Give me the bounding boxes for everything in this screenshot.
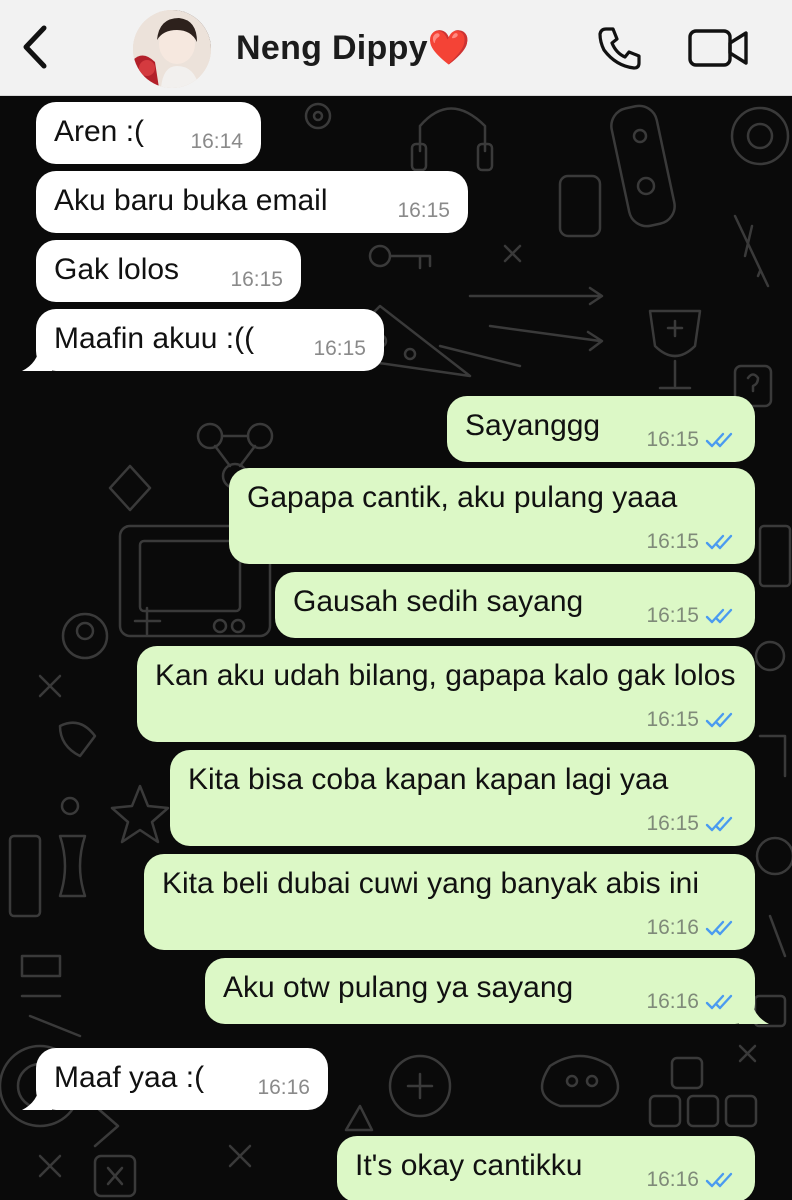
message-timestamp: 16:15 bbox=[646, 604, 699, 627]
message-meta: 16:16 bbox=[646, 916, 737, 940]
incoming-message-bubble[interactable]: Gak lolos 16:15 bbox=[36, 240, 301, 302]
incoming-message-bubble[interactable]: Aku baru buka email 16:15 bbox=[36, 171, 468, 233]
message-timestamp: 16:15 bbox=[230, 268, 283, 291]
incoming-message-bubble[interactable]: Aren :(16:14 bbox=[36, 102, 261, 164]
contact-avatar[interactable] bbox=[133, 10, 211, 88]
double-check-read-icon bbox=[705, 1172, 733, 1188]
message-timestamp: 16:14 bbox=[190, 130, 243, 153]
outgoing-message-bubble[interactable]: It's okay cantikku 16:16 bbox=[337, 1136, 755, 1200]
outgoing-message-bubble[interactable]: Kita beli dubai cuwi yang banyak abis in… bbox=[144, 854, 755, 950]
message-timestamp: 16:16 bbox=[646, 1168, 699, 1191]
chat-header: Neng Dippy❤️ bbox=[0, 0, 792, 96]
outgoing-message-bubble[interactable]: Aku otw pulang ya sayang 16:16 bbox=[205, 958, 755, 1024]
double-check-read-icon bbox=[705, 994, 733, 1010]
message-text: Kan aku udah bilang, gapapa kalo gak lol… bbox=[155, 659, 736, 692]
double-check-read-icon bbox=[705, 534, 733, 550]
message-timestamp: 16:15 bbox=[646, 708, 699, 731]
outgoing-message-bubble[interactable]: Gausah sedih sayang 16:15 bbox=[275, 572, 755, 638]
double-check-read-icon bbox=[705, 432, 733, 448]
message-timestamp: 16:15 bbox=[646, 812, 699, 835]
back-button[interactable] bbox=[14, 22, 58, 72]
double-check-read-icon bbox=[705, 816, 733, 832]
message-timestamp: 16:16 bbox=[646, 916, 699, 939]
message-meta: 16:16 bbox=[646, 990, 737, 1014]
message-timestamp: 16:15 bbox=[646, 428, 699, 451]
incoming-message-bubble[interactable]: Maafin akuu :((16:15 bbox=[36, 309, 384, 371]
outgoing-message-bubble[interactable]: Gapapa cantik, aku pulang yaaa 16:15 bbox=[229, 468, 755, 564]
message-timestamp: 16:15 bbox=[397, 199, 450, 222]
message-meta: 16:16 bbox=[646, 1168, 737, 1192]
double-check-read-icon bbox=[705, 920, 733, 936]
message-text: Kita bisa coba kapan kapan lagi yaa bbox=[188, 763, 669, 796]
message-timestamp: 16:16 bbox=[646, 990, 699, 1013]
message-meta: 16:15 bbox=[646, 530, 737, 554]
outgoing-message-bubble[interactable]: Kan aku udah bilang, gapapa kalo gak lol… bbox=[137, 646, 755, 742]
message-timestamp: 16:16 bbox=[257, 1076, 310, 1099]
message-meta: 16:15 bbox=[230, 268, 283, 292]
message-meta: 16:15 bbox=[646, 428, 737, 452]
outgoing-message-bubble[interactable]: Kita bisa coba kapan kapan lagi yaa 16:15 bbox=[170, 750, 755, 846]
video-call-button[interactable] bbox=[688, 28, 750, 68]
message-timestamp: 16:15 bbox=[313, 337, 366, 360]
video-camera-icon bbox=[688, 29, 748, 67]
message-text: Aku baru buka email bbox=[54, 184, 328, 217]
message-timestamp: 16:15 bbox=[646, 530, 699, 553]
avatar-image bbox=[133, 10, 211, 88]
chevron-left-icon bbox=[23, 25, 47, 69]
chat-area[interactable]: Aren :(16:14 Aku baru buka email 16:15 Gak … bbox=[0, 96, 792, 1200]
message-meta: 16:15 bbox=[313, 337, 366, 361]
message-meta: 16:15 bbox=[646, 604, 737, 628]
double-check-read-icon bbox=[705, 608, 733, 624]
double-check-read-icon bbox=[705, 712, 733, 728]
outgoing-message-bubble[interactable]: Sayanggg 16:15 bbox=[447, 396, 755, 462]
message-meta: 16:15 bbox=[646, 708, 737, 732]
message-meta: 16:15 bbox=[646, 812, 737, 836]
message-text: Kita beli dubai cuwi yang banyak abis in… bbox=[162, 867, 699, 900]
message-meta: 16:14 bbox=[190, 130, 243, 154]
voice-call-button[interactable] bbox=[596, 24, 644, 72]
message-meta: 16:15 bbox=[397, 199, 450, 223]
incoming-message-bubble[interactable]: Maaf yaa :(16:16 bbox=[36, 1048, 328, 1110]
message-meta: 16:16 bbox=[257, 1076, 310, 1100]
contact-name[interactable]: Neng Dippy❤️ bbox=[236, 28, 471, 68]
phone-icon bbox=[598, 27, 641, 70]
message-text: Gapapa cantik, aku pulang yaaa bbox=[247, 481, 678, 514]
